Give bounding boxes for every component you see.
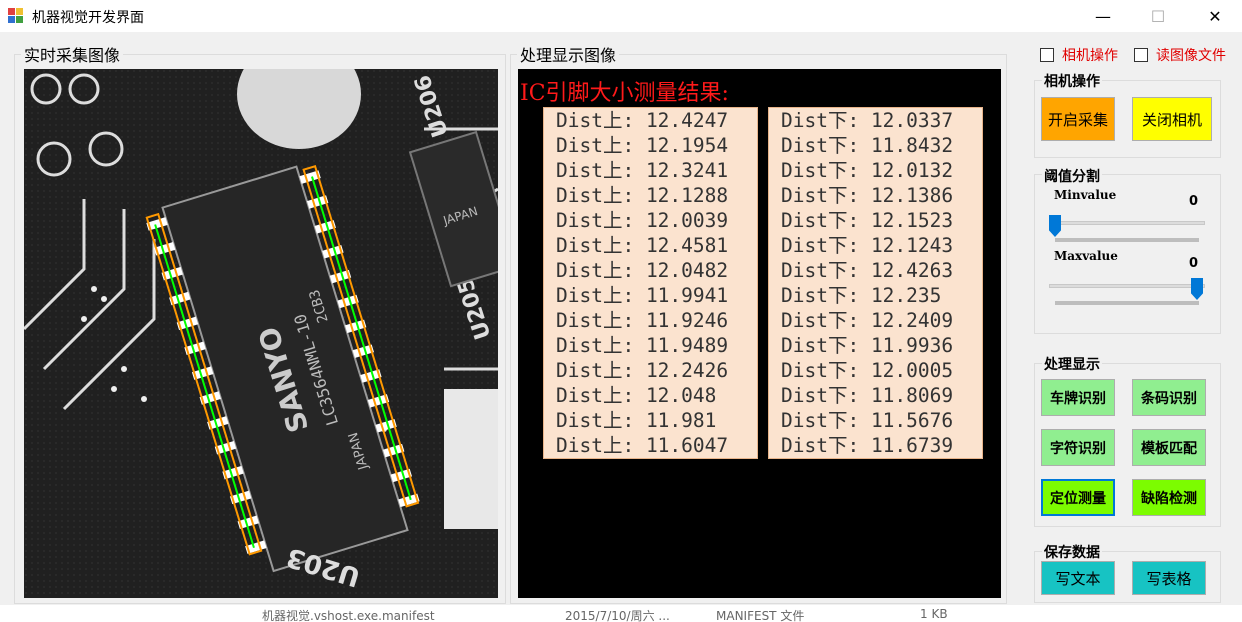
lower-dist-row: Dist下: 11.5676 <box>781 409 954 432</box>
pcb-image: SANYO LC3564NML-10 2CB3 JAPAN U206 U205 … <box>24 69 498 598</box>
upper-dist-row: Dist上: 12.4247 <box>556 109 729 132</box>
lower-dist-list: Dist下: 12.0337 Dist下: 11.8432 Dist下: 12.… <box>768 107 983 459</box>
camera-ops-title: 相机操作 <box>1042 71 1102 91</box>
write-table-button[interactable]: 写表格 <box>1132 561 1206 595</box>
locate-measure-button[interactable]: 定位测量 <box>1041 479 1115 516</box>
processed-group-title: 处理显示图像 <box>520 46 617 65</box>
lower-dist-row: Dist下: 12.0337 <box>781 109 954 132</box>
bg-file-size: 1 KB <box>920 607 948 621</box>
camera-op-checkbox[interactable]: 相机操作 <box>1040 45 1118 65</box>
lower-dist-row: Dist下: 12.0132 <box>781 159 954 182</box>
read-image-label: 读图像文件 <box>1156 48 1226 64</box>
camera-group-title: 实时采集图像 <box>24 46 121 65</box>
lower-dist-row: Dist下: 12.4263 <box>781 259 954 282</box>
upper-dist-row: Dist上: 12.1954 <box>556 134 729 157</box>
title-bar: 机器视觉开发界面 — ☐ ✕ <box>0 0 1242 32</box>
lower-dist-row: Dist下: 11.9936 <box>781 334 954 357</box>
main-window: 机器视觉开发界面 — ☐ ✕ 实时采集图像 SANYO LC3564NML-10… <box>0 0 1242 622</box>
checkbox-box[interactable] <box>1134 48 1148 62</box>
bg-file-type: MANIFEST 文件 <box>716 609 805 622</box>
lower-dist-row: Dist下: 11.8069 <box>781 384 954 407</box>
processed-image-view: IC引脚大小测量结果: Dist上: 12.4247 Dist上: 12.195… <box>518 69 1001 598</box>
checkbox-box[interactable] <box>1040 48 1054 62</box>
template-match-button[interactable]: 模板匹配 <box>1132 429 1206 466</box>
lower-dist-row: Dist下: 11.6739 <box>781 434 954 457</box>
upper-dist-row: Dist上: 12.0482 <box>556 259 729 282</box>
barcode-recognition-button[interactable]: 条码识别 <box>1132 379 1206 416</box>
lower-dist-row: Dist下: 12.1523 <box>781 209 954 232</box>
upper-dist-row: Dist上: 12.048 <box>556 384 717 407</box>
max-slider-ticks <box>1055 301 1199 305</box>
lower-dist-row: Dist下: 12.2409 <box>781 309 954 332</box>
lower-dist-row: Dist下: 12.235 <box>781 284 942 307</box>
min-slider-ticks <box>1055 238 1199 242</box>
minimize-button[interactable]: — <box>1080 0 1126 32</box>
close-camera-button[interactable]: 关闭相机 <box>1132 97 1212 141</box>
camera-image-view: SANYO LC3564NML-10 2CB3 JAPAN U206 U205 … <box>24 69 498 598</box>
upper-dist-row: Dist上: 11.981 <box>556 409 717 432</box>
maximize-button[interactable]: ☐ <box>1135 0 1181 32</box>
lower-dist-row: Dist下: 12.1386 <box>781 184 954 207</box>
min-slider-track[interactable] <box>1049 221 1205 225</box>
start-capture-button[interactable]: 开启采集 <box>1041 97 1115 141</box>
close-button[interactable]: ✕ <box>1192 0 1238 32</box>
app-icon <box>8 8 23 23</box>
read-image-checkbox[interactable]: 读图像文件 <box>1134 45 1226 65</box>
upper-dist-row: Dist上: 11.9941 <box>556 284 729 307</box>
max-value: 0 <box>1189 256 1199 271</box>
lower-dist-row: Dist下: 11.8432 <box>781 134 954 157</box>
defect-detect-button[interactable]: 缺陷检测 <box>1132 479 1206 516</box>
min-label: Minvalue <box>1054 188 1117 202</box>
upper-dist-row: Dist上: 12.1288 <box>556 184 729 207</box>
upper-dist-row: Dist上: 12.3241 <box>556 159 729 182</box>
plate-recognition-button[interactable]: 车牌识别 <box>1041 379 1115 416</box>
upper-dist-row: Dist上: 11.9246 <box>556 309 729 332</box>
result-title: IC引脚大小测量结果: <box>520 81 729 106</box>
char-recognition-button[interactable]: 字符识别 <box>1041 429 1115 466</box>
upper-dist-row: Dist上: 12.0039 <box>556 209 729 232</box>
lower-dist-row: Dist下: 12.1243 <box>781 234 954 257</box>
window-title: 机器视觉开发界面 <box>32 10 144 26</box>
camera-op-label: 相机操作 <box>1062 48 1118 64</box>
upper-dist-list: Dist上: 12.4247 Dist上: 12.1954 Dist上: 12.… <box>543 107 758 459</box>
upper-dist-row: Dist上: 11.6047 <box>556 434 729 457</box>
upper-dist-row: Dist上: 12.2426 <box>556 359 729 382</box>
process-title: 处理显示 <box>1042 354 1102 374</box>
lower-dist-row: Dist下: 12.0005 <box>781 359 954 382</box>
save-title: 保存数据 <box>1042 542 1102 562</box>
min-value: 0 <box>1189 194 1199 209</box>
upper-dist-row: Dist上: 12.4581 <box>556 234 729 257</box>
max-slider-track[interactable] <box>1049 284 1205 288</box>
background-file-row: 机器视觉.vshost.exe.manifest 2015/7/10/周六 ..… <box>0 605 1242 622</box>
bg-file-name: 机器视觉.vshost.exe.manifest <box>262 609 435 622</box>
bg-file-date: 2015/7/10/周六 ... <box>565 609 670 622</box>
threshold-title: 阈值分割 <box>1042 166 1102 186</box>
max-label: Maxvalue <box>1054 249 1118 263</box>
upper-dist-row: Dist上: 11.9489 <box>556 334 729 357</box>
write-text-button[interactable]: 写文本 <box>1041 561 1115 595</box>
